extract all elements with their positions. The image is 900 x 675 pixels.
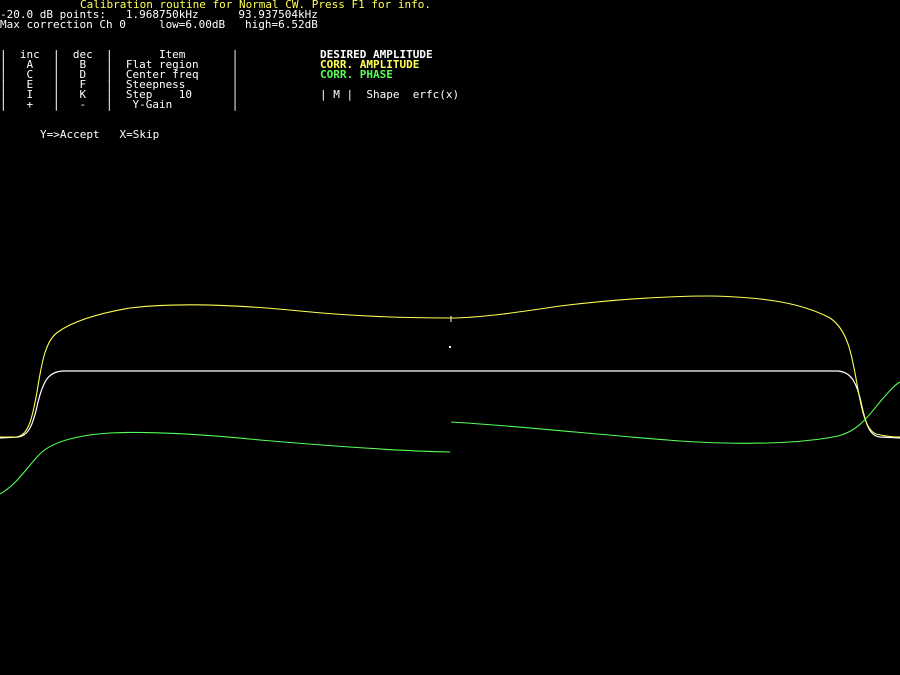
corr-phase-curve-right [450, 381, 900, 444]
corr-phase-curve-left [0, 431, 451, 495]
calibration-graph [0, 295, 900, 495]
desired-amplitude-curve [0, 370, 900, 439]
center-dot [449, 346, 451, 348]
corr-amplitude-curve [0, 295, 900, 438]
